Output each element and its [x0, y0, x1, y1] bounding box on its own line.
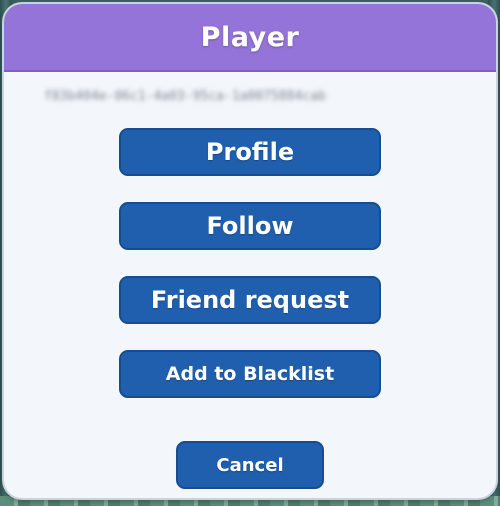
profile-button[interactable]: Profile	[119, 128, 381, 176]
cancel-button[interactable]: Cancel	[176, 441, 324, 489]
player-id-blurred: f83b404e-06c1-4a03-95ca-1a0075884cab	[44, 89, 326, 104]
dialog-header: Player	[4, 4, 496, 72]
friend-request-button[interactable]: Friend request	[119, 276, 381, 324]
follow-button[interactable]: Follow	[119, 202, 381, 250]
add-to-blacklist-button[interactable]: Add to Blacklist	[119, 350, 381, 398]
dialog-title: Player	[200, 21, 300, 53]
player-dialog: Player f83b404e-06c1-4a03-95ca-1a0075884…	[4, 4, 496, 498]
